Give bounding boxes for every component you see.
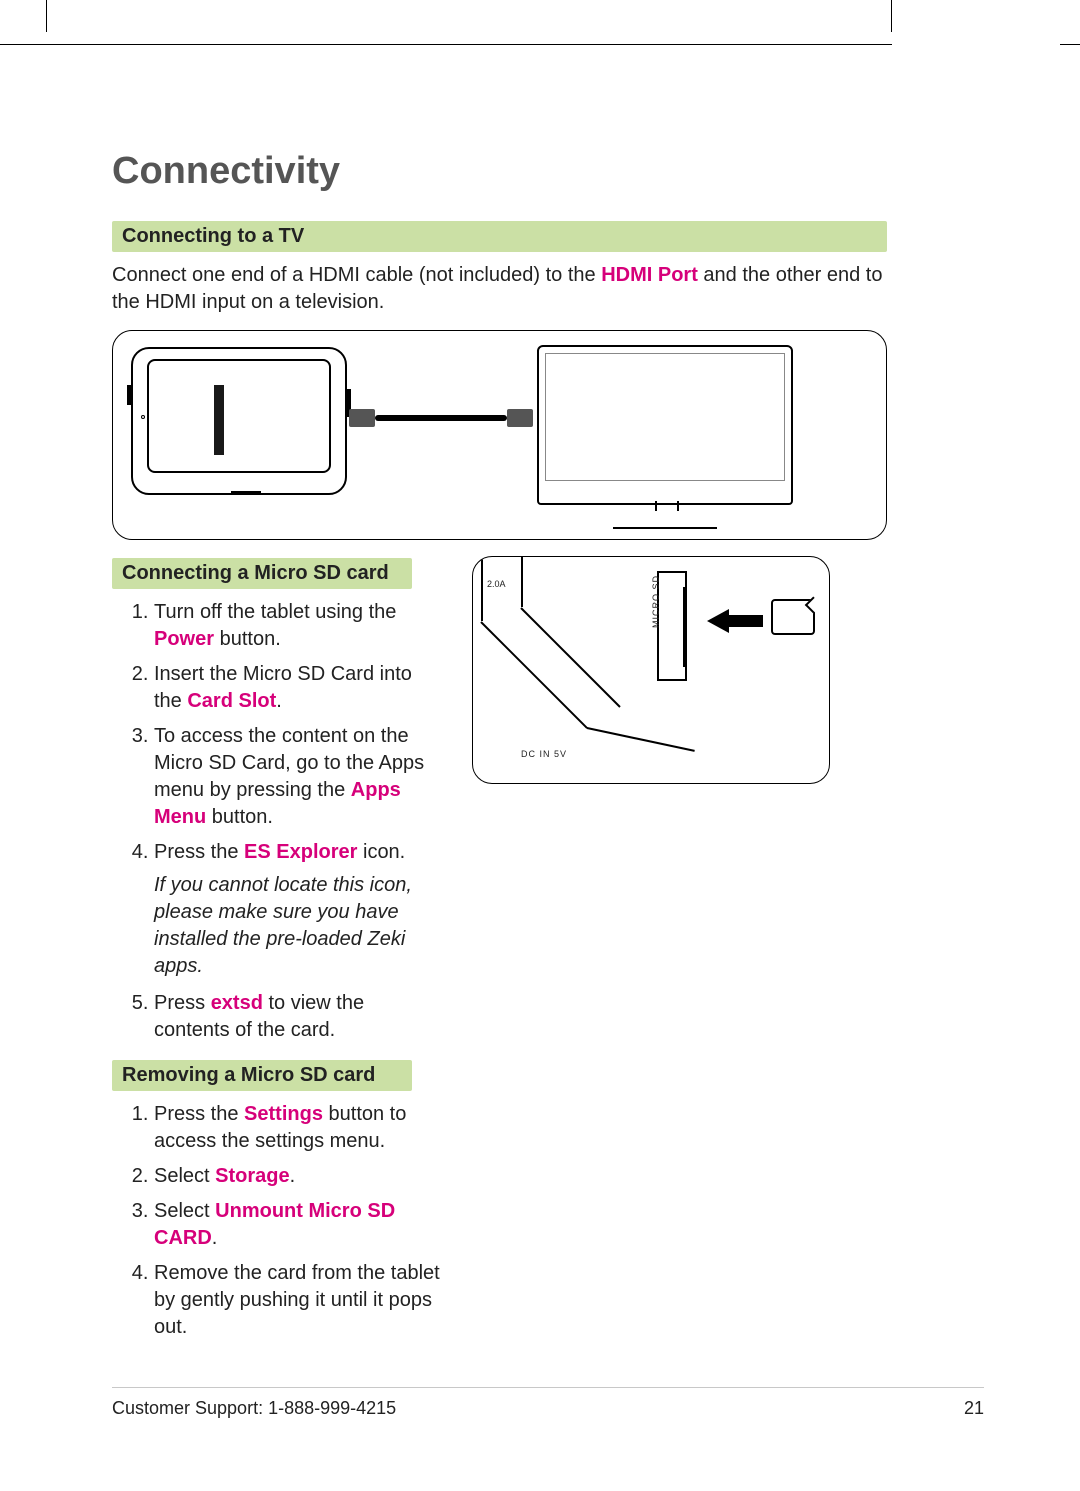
step-text: Remove the card from the tablet by gentl… [154,1262,440,1338]
step-text: button. [214,628,281,650]
tv-intro-pre: Connect one end of a HDMI cable (not inc… [112,264,601,286]
list-item: Select Storage. [154,1163,442,1190]
sd-remove-steps: Press the Settings button to access the … [112,1101,442,1341]
sd-card-icon [771,599,815,635]
list-item: Remove the card from the tablet by gentl… [154,1260,442,1341]
step-text: Press the [154,841,244,863]
section-heading-sd-remove: Removing a Micro SD card [112,1060,412,1091]
label-dc-in: DC IN 5V [521,749,567,759]
sd-insert-note: If you cannot locate this icon, please m… [154,872,442,980]
footer-support: Customer Support: 1-888-999-4215 [112,1398,396,1419]
label-micro-sd: MICRO SD [651,575,661,628]
step-text: . [290,1165,296,1187]
insert-arrow-icon [707,609,729,633]
tablet-icon [131,347,347,495]
step-text: Press the [154,1103,244,1125]
list-item: Press the Settings button to access the … [154,1101,442,1155]
crop-marks [0,0,1080,46]
figure-sd-slot: 2.0A MICRO SD DC IN 5V [472,556,830,784]
step-highlight: Card Slot [187,690,276,712]
step-highlight: ES Explorer [244,841,357,863]
tv-intro: Connect one end of a HDMI cable (not inc… [112,262,887,316]
step-highlight: Power [154,628,214,650]
section-heading-tv: Connecting to a TV [112,221,887,252]
tv-stand-icon [613,507,717,529]
step-text: Select [154,1165,215,1187]
sd-figure-column: 2.0A MICRO SD DC IN 5V [472,558,984,784]
sd-columns: Connecting a Micro SD card Turn off the … [112,558,984,1357]
list-item: Insert the Micro SD Card into the Card S… [154,661,442,715]
label-amperage: 2.0A [487,579,506,589]
hdmi-cable-icon [375,415,507,421]
step-text: Turn off the tablet using the [154,601,396,623]
page-footer: Customer Support: 1-888-999-4215 21 [112,1387,984,1419]
hdmi-connector-icon [349,409,375,427]
hdmi-connector-icon [507,409,533,427]
list-item: Select Unmount Micro SD CARD. [154,1198,442,1252]
step-highlight: Settings [244,1103,323,1125]
sd-insert-steps: Turn off the tablet using the Power butt… [112,599,442,1044]
tv-intro-highlight: HDMI Port [601,264,698,286]
step-text: . [212,1227,218,1249]
list-item: Press extsd to view the contents of the … [154,990,442,1044]
figure-hdmi-connection [112,330,887,540]
sd-text-column: Connecting a Micro SD card Turn off the … [112,558,442,1357]
manual-page: Connectivity Connecting to a TV Connect … [0,0,1080,1491]
tv-icon [537,345,793,505]
footer-page-number: 21 [964,1398,984,1419]
sd-slot-icon [657,571,687,681]
list-item: Turn off the tablet using the Power butt… [154,599,442,653]
step-highlight: Storage [215,1165,289,1187]
step-text: . [276,690,282,712]
list-item: Press the ES Explorer icon. If you canno… [154,839,442,980]
step-text: Select [154,1200,215,1222]
list-item: To access the content on the Micro SD Ca… [154,723,442,831]
page-title: Connectivity [112,150,984,193]
step-text: button. [206,806,273,828]
step-highlight: extsd [211,992,263,1014]
step-text: Press [154,992,211,1014]
section-heading-sd-insert: Connecting a Micro SD card [112,558,412,589]
step-text: icon. [357,841,405,863]
